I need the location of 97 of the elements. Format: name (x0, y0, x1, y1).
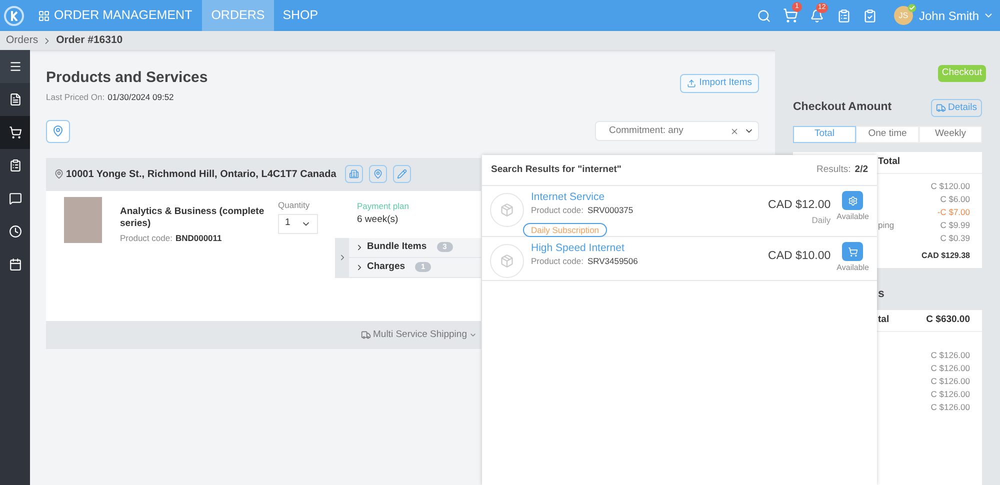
notification-icon[interactable] (810, 8, 824, 22)
last-priced-label: Last Priced On: (46, 91, 105, 104)
commitment-select[interactable]: Commitment: any (595, 121, 759, 142)
search-result-row[interactable]: Internet Service Product code: SRV000375 Daily Subscription CAD $12.00 Daily Available (482, 186, 877, 237)
section-label: Charges (367, 260, 406, 274)
result-name-link[interactable]: High Speed Internet (531, 242, 768, 255)
configure-button[interactable] (842, 191, 864, 210)
section-heading: s (878, 287, 884, 302)
results-count: 2/2 (854, 162, 868, 177)
summary-amount: C $126.00 (930, 349, 970, 362)
user-name[interactable]: John Smith (918, 6, 979, 24)
menu-icon (8, 60, 22, 73)
quantity-label: Quantity (278, 198, 311, 212)
settings-icon (848, 196, 858, 206)
product-placeholder-icon (490, 193, 524, 227)
summary-amount: C $120.00 (930, 180, 970, 193)
result-name-link[interactable]: Internet Service (531, 191, 768, 204)
page-title: Products and Services (46, 68, 208, 88)
cart-icon (8, 126, 22, 139)
app-title: ORDER MANAGEMENT (54, 7, 192, 24)
nav-tab[interactable]: SHOP (274, 0, 328, 31)
breadcrumb-link[interactable]: Orders (6, 32, 38, 48)
result-period: Daily (810, 214, 831, 227)
summary-total: CAD $129.38 (922, 250, 970, 262)
address-text: 10001 Yonge St., Richmond Hill, Ontario, L4C1T7 Canada (66, 168, 336, 182)
quantity-select[interactable]: 1 (278, 214, 318, 234)
product-code: BND000011 (175, 232, 222, 244)
chat-icon (8, 192, 22, 205)
cart-icon[interactable] (782, 8, 798, 23)
clipboard-icon (8, 159, 22, 172)
sidebar-item[interactable] (0, 50, 30, 83)
amount-tab[interactable]: Total (793, 126, 856, 143)
add-to-cart-button[interactable] (842, 242, 864, 261)
import-items-button[interactable]: Import Items (680, 74, 759, 93)
shipping-button[interactable]: Multi Service Shipping (361, 328, 477, 342)
summary-amount: C $126.00 (930, 401, 970, 414)
summary-amount: C $0.39 (940, 232, 970, 245)
amount-tab[interactable]: Weekly (919, 126, 982, 143)
truck-icon (936, 103, 946, 113)
map-pin-icon (52, 125, 64, 138)
calendar-icon (8, 258, 22, 271)
clear-icon[interactable] (730, 126, 739, 136)
breadcrumb-current: Order #16310 (56, 32, 123, 48)
details-button[interactable]: Details (930, 99, 982, 117)
result-price: CAD $10.00 (768, 249, 831, 264)
nav-tab[interactable]: ORDERS (202, 0, 274, 31)
summary-label: ping (878, 219, 894, 232)
truck-icon (361, 330, 371, 340)
summary-header: tal (878, 313, 890, 328)
map-pin-icon (54, 169, 64, 180)
sidebar-item[interactable] (0, 116, 30, 149)
search-icon[interactable] (756, 8, 771, 22)
checkout-button[interactable]: Checkout (938, 65, 986, 82)
cart-icon (848, 246, 858, 256)
product-code-label: Product code: (531, 255, 584, 268)
map-pin-icon (373, 169, 384, 180)
address-action-button[interactable] (345, 165, 364, 184)
product-name: Analytics & Business (complete series) (120, 206, 266, 230)
add-location-button[interactable] (46, 120, 70, 143)
product-code: SRV000375 (587, 204, 634, 217)
summary-amount: -C $7.00 (937, 206, 970, 219)
upload-icon (687, 79, 696, 88)
clipboard-check-icon[interactable] (862, 8, 877, 22)
availability-status: Available (836, 211, 869, 223)
address-action-button[interactable] (369, 165, 388, 184)
last-priced-value: 01/30/2024 09:52 (108, 91, 174, 104)
summary-amount: C $126.00 (930, 388, 970, 401)
clock-icon (8, 225, 22, 238)
summary-header: Total (878, 155, 900, 170)
pencil-icon (397, 169, 408, 180)
product-code: SRV3459506 (587, 255, 638, 268)
product-placeholder-icon (490, 244, 524, 278)
photo-placeholder (64, 196, 102, 243)
summary-amount: C $6.00 (940, 193, 970, 206)
availability-status: Available (836, 262, 869, 274)
subscription-tag: Daily Subscription (523, 222, 608, 237)
summary-amount: C $9.99 (940, 219, 970, 232)
document-icon (8, 93, 22, 106)
address-action-button[interactable] (393, 165, 412, 184)
amount-tab[interactable]: One time (856, 126, 919, 143)
product-code-label: Product code: (120, 232, 172, 244)
result-price: CAD $12.00 (768, 198, 831, 213)
logo-icon[interactable] (4, 6, 24, 26)
checkout-title: Checkout Amount (793, 100, 892, 116)
summary-amount: C $126.00 (930, 375, 970, 388)
building-icon (349, 169, 360, 180)
apps-grid-icon[interactable] (38, 10, 50, 22)
results-count-label: Results: (816, 162, 851, 177)
summary-header-amount: C $630.00 (926, 313, 970, 328)
section-label: Bundle Items (367, 240, 427, 254)
payment-plan-label: Payment plan (357, 200, 409, 212)
summary-amount: C $126.00 (930, 362, 970, 375)
clipboard-icon[interactable] (836, 8, 851, 22)
search-results-title: Search Results for "internet" (491, 162, 622, 177)
search-result-row[interactable]: High Speed Internet Product code: SRV3459506 CAD $10.00 Available (482, 237, 877, 281)
payment-plan-value: 6 week(s) (357, 212, 400, 226)
product-code-label: Product code: (531, 204, 584, 217)
